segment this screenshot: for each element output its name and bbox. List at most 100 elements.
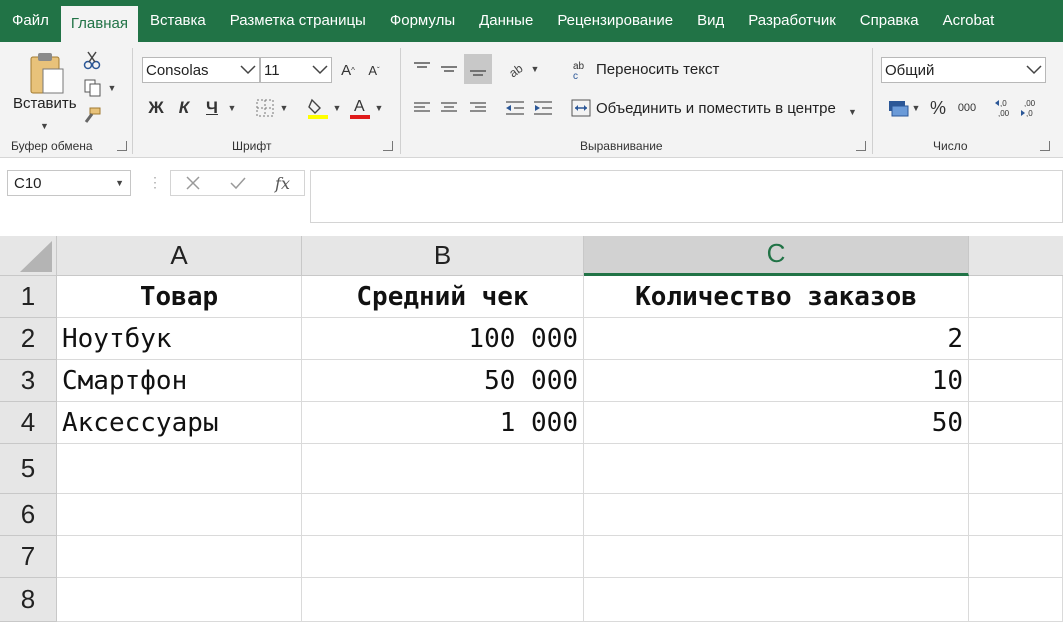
cell-b1[interactable]: Средний чек — [302, 276, 584, 318]
cell-c4[interactable]: 50 — [584, 402, 969, 444]
tab-review[interactable]: Рецензирование — [545, 0, 685, 42]
cell-c3[interactable]: 10 — [584, 360, 969, 402]
row-header[interactable]: 1 — [0, 276, 57, 318]
select-all-corner[interactable] — [0, 236, 57, 276]
underline-dropdown[interactable]: ▼ — [226, 98, 238, 118]
cell-b8[interactable] — [302, 578, 584, 622]
cell-a7[interactable] — [57, 536, 302, 578]
paste-label[interactable]: Вставить — [13, 95, 77, 112]
cut-button[interactable] — [80, 49, 104, 71]
merge-center-button[interactable]: Объединить и поместить в центре — [596, 100, 836, 117]
decrease-font-icon[interactable]: Aˇ — [364, 58, 384, 82]
name-box[interactable]: C10 ▼ — [7, 170, 131, 196]
cell-c7[interactable] — [584, 536, 969, 578]
tab-data[interactable]: Данные — [467, 0, 545, 42]
insert-function-icon[interactable]: fx — [275, 174, 290, 193]
font-name-dropdown[interactable]: Consolas — [142, 57, 260, 83]
column-header-b[interactable]: B — [302, 236, 584, 276]
cell-d4[interactable] — [969, 402, 1063, 444]
align-center-button[interactable] — [437, 96, 461, 120]
row-header[interactable]: 7 — [0, 536, 57, 578]
row-header[interactable]: 6 — [0, 494, 57, 536]
cell-d7[interactable] — [969, 536, 1063, 578]
cell-c5[interactable] — [584, 444, 969, 494]
tab-view[interactable]: Вид — [685, 0, 736, 42]
merge-dropdown[interactable]: ▼ — [848, 102, 857, 119]
orientation-button[interactable]: ab ▼ — [503, 56, 543, 82]
cell-d2[interactable] — [969, 318, 1063, 360]
decrease-indent-button[interactable] — [503, 96, 527, 120]
thousands-separator-button[interactable]: 000 — [954, 96, 980, 120]
borders-button[interactable]: ▼ — [252, 96, 292, 120]
wrap-text-button[interactable]: Переносить текст — [596, 61, 719, 78]
row-header[interactable]: 2 — [0, 318, 57, 360]
underline-button[interactable]: Ч — [202, 96, 222, 120]
cell-b4[interactable]: 1 000 — [302, 402, 584, 444]
align-middle-button[interactable] — [437, 56, 461, 82]
cell-a2[interactable]: Ноутбук — [57, 318, 302, 360]
cell-d3[interactable] — [969, 360, 1063, 402]
cancel-icon[interactable] — [185, 175, 201, 191]
tab-formulas[interactable]: Формулы — [378, 0, 467, 42]
column-header-d[interactable] — [969, 236, 1063, 276]
cell-b6[interactable] — [302, 494, 584, 536]
number-launcher[interactable] — [1040, 141, 1050, 151]
align-top-button[interactable] — [410, 56, 434, 82]
number-format-dropdown[interactable]: Общий — [881, 57, 1046, 83]
percent-button[interactable]: % — [928, 96, 948, 120]
cell-d8[interactable] — [969, 578, 1063, 622]
tab-file[interactable]: Файл — [0, 0, 61, 42]
cell-d6[interactable] — [969, 494, 1063, 536]
wrap-text-icon[interactable]: ab c — [572, 58, 592, 82]
cell-d1[interactable] — [969, 276, 1063, 318]
increase-indent-button[interactable] — [531, 96, 555, 120]
check-icon[interactable] — [229, 175, 247, 191]
row-header[interactable]: 8 — [0, 578, 57, 622]
row-header[interactable]: 3 — [0, 360, 57, 402]
row-header[interactable]: 4 — [0, 402, 57, 444]
italic-button[interactable]: К — [174, 96, 194, 120]
tab-developer[interactable]: Разработчик — [736, 0, 847, 42]
accounting-format-button[interactable]: ▼ — [884, 96, 924, 120]
cell-a6[interactable] — [57, 494, 302, 536]
grip-icon[interactable]: ⋮ — [148, 174, 162, 191]
cell-c6[interactable] — [584, 494, 969, 536]
copy-button[interactable]: ▼ — [80, 77, 120, 99]
align-bottom-button[interactable] — [464, 54, 492, 84]
align-left-button[interactable] — [410, 96, 434, 120]
font-size-dropdown[interactable]: 11 — [260, 57, 332, 83]
cell-c1[interactable]: Количество заказов — [584, 276, 969, 318]
paste-button[interactable] — [22, 50, 72, 98]
clipboard-launcher[interactable] — [117, 141, 127, 151]
tab-home[interactable]: Главная — [60, 6, 138, 42]
cell-b2[interactable]: 100 000 — [302, 318, 584, 360]
alignment-launcher[interactable] — [856, 141, 866, 151]
bold-button[interactable]: Ж — [146, 96, 166, 120]
cell-b3[interactable]: 50 000 — [302, 360, 584, 402]
increase-decimal-button[interactable]: ,0 ,00 — [994, 96, 1016, 120]
font-color-button[interactable]: A ▼ — [346, 94, 386, 122]
align-right-button[interactable] — [466, 96, 490, 120]
cell-c8[interactable] — [584, 578, 969, 622]
cell-b5[interactable] — [302, 444, 584, 494]
row-header[interactable]: 5 — [0, 444, 57, 494]
merge-center-icon[interactable] — [570, 96, 592, 120]
decrease-decimal-button[interactable]: ,00 ,0 — [1020, 96, 1042, 120]
cell-a3[interactable]: Смартфон — [57, 360, 302, 402]
cell-a8[interactable] — [57, 578, 302, 622]
tab-insert[interactable]: Вставка — [138, 0, 218, 42]
paste-dropdown[interactable]: ▼ — [40, 116, 49, 133]
cell-a5[interactable] — [57, 444, 302, 494]
increase-font-icon[interactable]: A ^ — [338, 58, 358, 82]
cell-b7[interactable] — [302, 536, 584, 578]
font-launcher[interactable] — [383, 141, 393, 151]
cell-c2[interactable]: 2 — [584, 318, 969, 360]
fill-color-button[interactable]: ▼ — [304, 94, 344, 122]
cell-a4[interactable]: Аксессуары — [57, 402, 302, 444]
chevron-down-icon[interactable]: ▼ — [115, 178, 124, 188]
formula-input[interactable] — [310, 170, 1063, 223]
cell-a1[interactable]: Товар — [57, 276, 302, 318]
tab-acrobat[interactable]: Acrobat — [931, 0, 1007, 42]
tab-help[interactable]: Справка — [848, 0, 931, 42]
tab-page-layout[interactable]: Разметка страницы — [218, 0, 378, 42]
